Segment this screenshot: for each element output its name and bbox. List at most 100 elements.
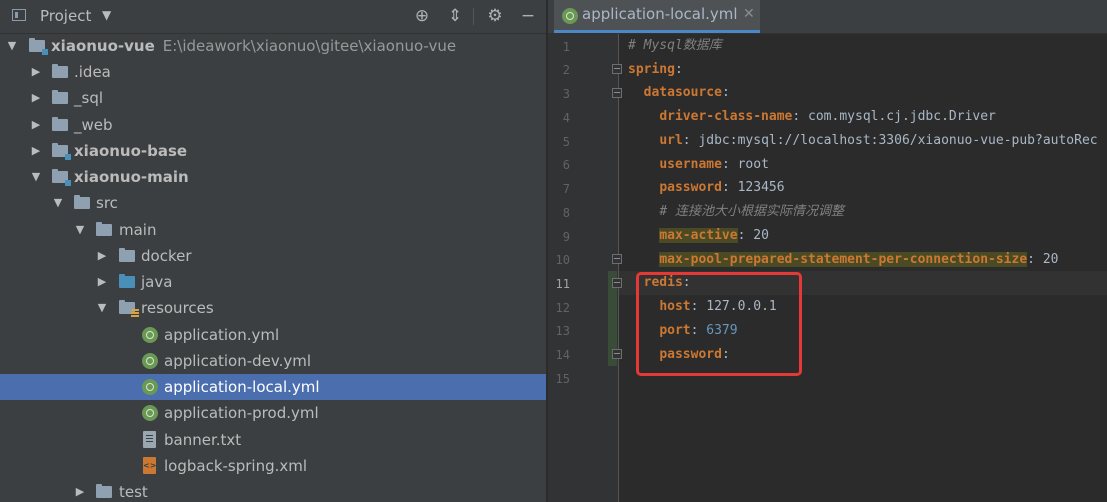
collapse-all-icon[interactable]: ⇕: [445, 6, 465, 26]
yaml-key: username: [659, 157, 722, 172]
tab-label: application-local.yml: [582, 5, 738, 23]
code-line-1[interactable]: # Mysql数据库: [628, 34, 722, 58]
tree-item-label: xiaonuo-main: [74, 168, 189, 186]
line-number: 3: [562, 87, 570, 101]
yaml-value: com.mysql.cj.jdbc.Driver: [808, 109, 996, 124]
comment: # 连接池大小根据实际情况调整: [659, 204, 844, 219]
collapsed-arrow-icon[interactable]: ▶: [30, 112, 42, 138]
fold-marker-icon[interactable]: [612, 64, 622, 74]
hide-panel-icon[interactable]: −: [518, 6, 538, 26]
tree-item-xiaonuo-main[interactable]: ▼ xiaonuo-main: [0, 164, 546, 190]
tree-item-main[interactable]: ▼ main: [0, 217, 546, 243]
spring-yml-icon: [562, 8, 578, 24]
tree-item-application-dev-yml[interactable]: application-dev.yml: [0, 348, 546, 374]
project-title[interactable]: Project: [40, 7, 91, 25]
fold-marker-icon[interactable]: [612, 278, 622, 288]
code-line-4[interactable]: driver-class-name: com.mysql.cj.jdbc.Dri…: [628, 105, 996, 129]
tree-item-application-prod-yml[interactable]: application-prod.yml: [0, 400, 546, 426]
tree-item-label: resources: [141, 299, 214, 317]
gear-icon[interactable]: ⚙: [485, 6, 505, 26]
tree-item-web[interactable]: ▶ _web: [0, 112, 546, 138]
code-line-3[interactable]: datasource:: [628, 81, 730, 105]
yaml-key: max-pool-prepared-statement-per-connecti…: [659, 252, 1028, 267]
tree-item-label: xiaonuo-base: [74, 142, 188, 160]
tree-item-resources[interactable]: ▼ resources: [0, 295, 546, 321]
tree-item-label: .idea: [74, 63, 111, 81]
yaml-key: datasource: [643, 85, 722, 100]
tree-item-java[interactable]: ▶ java: [0, 269, 546, 295]
yaml-value: 123456: [737, 180, 785, 195]
fold-marker-icon[interactable]: [612, 254, 622, 264]
line-number: 12: [555, 301, 570, 315]
code-line-5[interactable]: url: jdbc:mysql://localhost:3306/xiaonuo…: [628, 129, 1098, 153]
tree-item-sql[interactable]: ▶ _sql: [0, 85, 546, 111]
tree-item-label: application-prod.yml: [164, 404, 319, 422]
code-line-2[interactable]: spring:: [628, 58, 683, 82]
yaml-value: jdbc:mysql://localhost:3306/xiaonuo-vue-…: [698, 133, 1098, 148]
tree-item-docker[interactable]: ▶ docker: [0, 243, 546, 269]
tree-item-label: application-dev.yml: [164, 352, 312, 370]
folder-icon: [52, 90, 68, 104]
fold-marker-icon[interactable]: [612, 88, 622, 98]
tree-item-test[interactable]: ▶ test: [0, 479, 546, 502]
folder-icon: [96, 484, 112, 498]
collapsed-arrow-icon[interactable]: ▶: [96, 269, 108, 295]
project-toolbar: Project ▼ ⊕ ⇕ ⚙ −: [0, 0, 546, 34]
line-number: 6: [562, 158, 570, 172]
tree-item-label: java: [141, 273, 173, 291]
tree-item-label: src: [96, 194, 118, 212]
tree-item-idea[interactable]: ▶ .idea: [0, 59, 546, 85]
module-folder-icon: [52, 143, 71, 160]
tree-item-xiaonuo-base[interactable]: ▶ xiaonuo-base: [0, 138, 546, 164]
code-line-9[interactable]: max-active: 20: [628, 224, 769, 248]
expanded-arrow-icon[interactable]: ▼: [74, 217, 86, 243]
code-line-7[interactable]: password: 123456: [628, 176, 785, 200]
expanded-arrow-icon[interactable]: ▼: [96, 295, 108, 321]
spring-yml-icon: [142, 327, 158, 343]
collapsed-arrow-icon[interactable]: ▶: [30, 138, 42, 164]
code-line-8[interactable]: # 连接池大小根据实际情况调整: [628, 200, 844, 224]
expanded-arrow-icon[interactable]: ▼: [6, 33, 18, 59]
expanded-arrow-icon[interactable]: ▼: [30, 164, 42, 190]
module-folder-icon: [52, 169, 71, 186]
line-number: 4: [562, 111, 570, 125]
tree-item-label: main: [119, 221, 157, 239]
chevron-down-icon[interactable]: ▼: [102, 8, 111, 22]
collapsed-arrow-icon[interactable]: ▶: [30, 85, 42, 111]
tree-item-label: test: [119, 483, 148, 501]
line-number: 11: [555, 277, 570, 291]
collapsed-arrow-icon[interactable]: ▶: [96, 243, 108, 269]
yaml-key: driver-class-name: [659, 109, 793, 124]
tree-item-xiaonuo-vue[interactable]: ▼ xiaonuo-vue E:\ideawork\xiaonuo\gitee\x…: [0, 33, 546, 59]
collapsed-arrow-icon[interactable]: ▶: [74, 479, 86, 502]
collapsed-arrow-icon[interactable]: ▶: [30, 59, 42, 85]
tree-item-application-local-yml[interactable]: application-local.yml: [0, 374, 546, 400]
locate-icon[interactable]: ⊕: [412, 6, 432, 26]
code-line-6[interactable]: username: root: [628, 153, 769, 177]
code-line-15[interactable]: [628, 366, 636, 390]
line-number: 2: [562, 63, 570, 77]
code-line-10[interactable]: max-pool-prepared-statement-per-connecti…: [628, 248, 1058, 272]
yaml-key: max-active: [659, 228, 738, 243]
fold-marker-icon[interactable]: [612, 349, 622, 359]
tree-item-banner-txt[interactable]: banner.txt: [0, 427, 546, 453]
text-file-icon: [143, 431, 156, 448]
line-number: 1: [562, 40, 570, 54]
tree-item-label: application.yml: [164, 326, 280, 344]
expanded-arrow-icon[interactable]: ▼: [52, 190, 64, 216]
annotation-box: [636, 272, 802, 376]
module-folder-icon: [29, 38, 48, 55]
tree-item-application-yml[interactable]: application.yml: [0, 322, 546, 348]
editor-gutter: [548, 34, 618, 502]
close-icon[interactable]: ✕: [743, 6, 755, 22]
yaml-value: 20: [753, 228, 769, 243]
project-path: E:\ideawork\xiaonuo\gitee\xiaonuo-vue: [162, 37, 457, 55]
tab-application-local-yml[interactable]: application-local.yml ✕: [554, 0, 760, 33]
editor-panel: application-local.yml ✕ 1 2 3 4 5 6 7 8 …: [548, 0, 1107, 502]
tree-item-label: _sql: [74, 89, 104, 107]
tree-item-logback-spring-xml[interactable]: <> logback-spring.xml: [0, 453, 546, 479]
folder-icon: [96, 222, 112, 236]
resources-folder-icon: [119, 300, 139, 317]
tree-item-src[interactable]: ▼ src: [0, 190, 546, 216]
line-number: 13: [555, 324, 570, 338]
